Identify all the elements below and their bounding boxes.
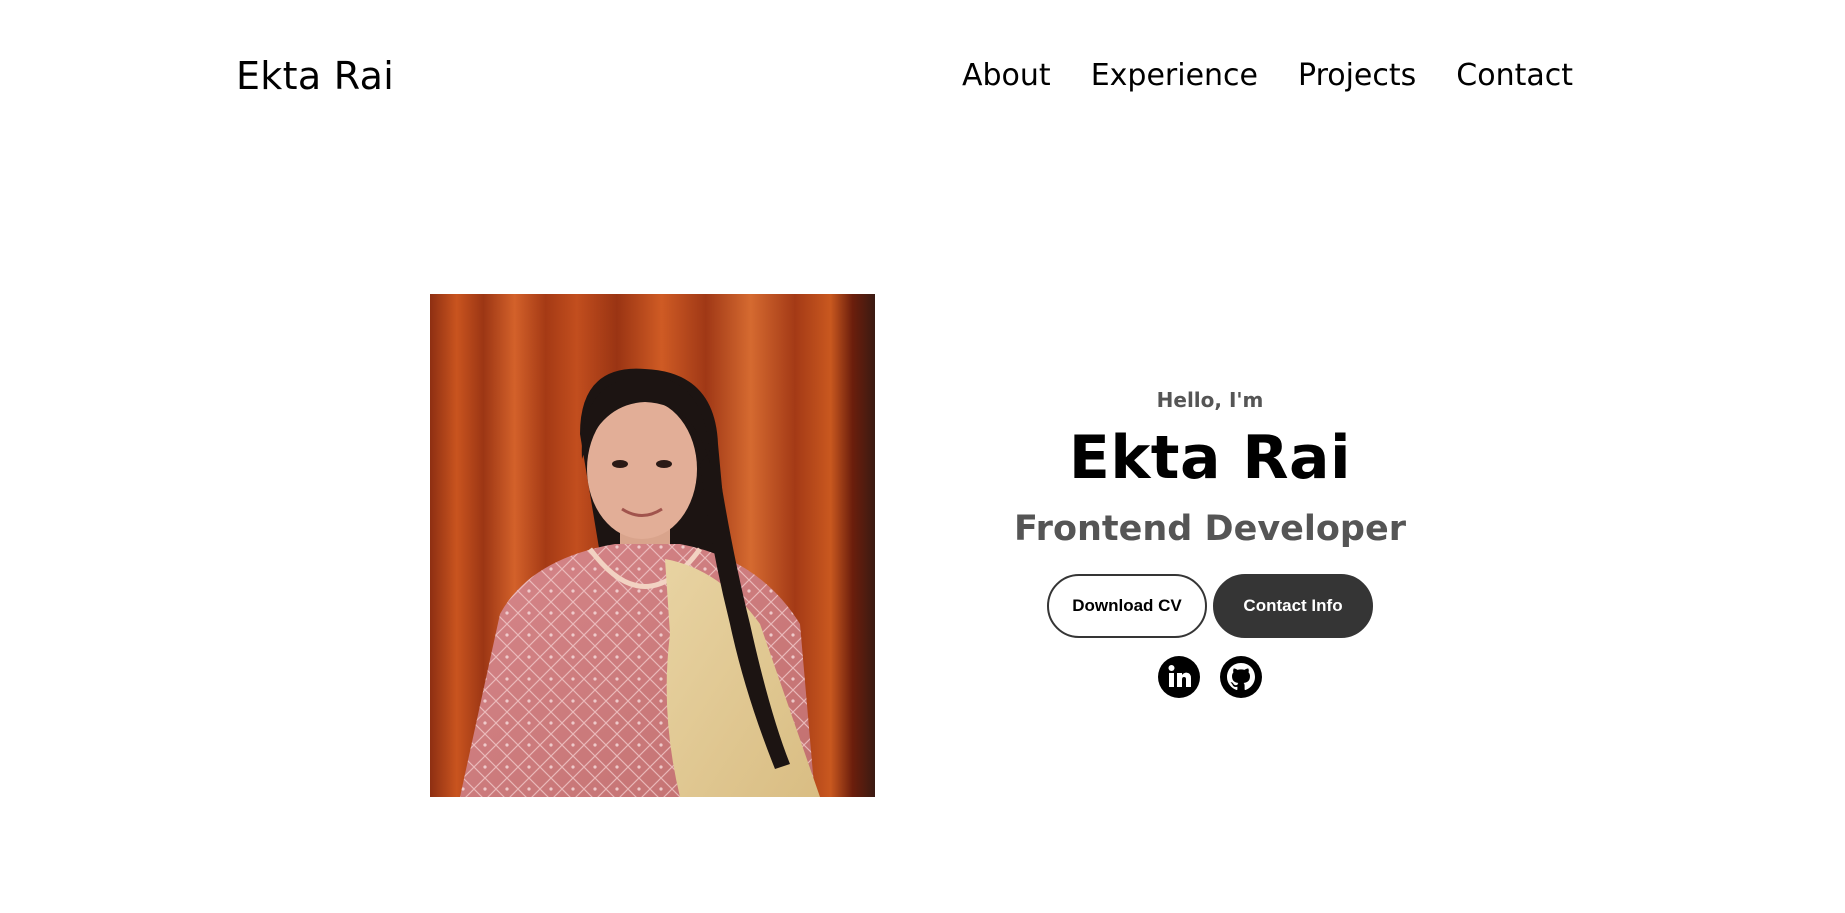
nav-link-experience[interactable]: Experience [1091,56,1258,96]
profile-photo-illustration [430,294,875,797]
page: Ekta Rai About Experience Projects Conta… [0,0,1845,913]
social-links [1000,656,1420,698]
hero-buttons: Download CV Contact Info [1000,574,1420,638]
greeting-text: Hello, I'm [1156,388,1264,412]
hero-name: Ekta Rai [1068,423,1352,493]
hero-intro: Hello, I'm Ekta Rai Frontend Developer D… [1000,384,1420,698]
github-icon[interactable] [1220,656,1262,698]
nav-link-contact[interactable]: Contact [1456,56,1573,96]
linkedin-icon[interactable] [1158,656,1200,698]
site-logo[interactable]: Ekta Rai [236,52,394,100]
profile-photo [430,294,875,797]
download-cv-button[interactable]: Download CV [1047,574,1207,638]
contact-info-button[interactable]: Contact Info [1213,574,1373,638]
hero-role: Frontend Developer [1014,509,1406,549]
nav-link-about[interactable]: About [962,56,1051,96]
nav-link-projects[interactable]: Projects [1298,56,1416,96]
main-nav: About Experience Projects Contact [962,56,1573,96]
